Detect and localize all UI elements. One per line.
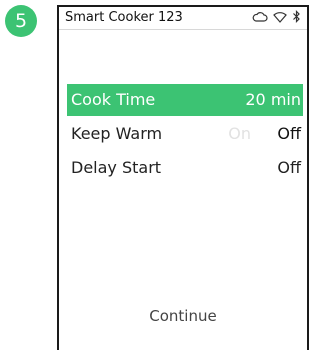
menu-item-keep-warm[interactable]: Keep Warm On Off (67, 118, 303, 150)
cloud-icon (252, 11, 268, 23)
wifi-icon (273, 11, 287, 23)
menu-item-delay-start[interactable]: Delay Start Off (67, 152, 303, 184)
status-bar: Smart Cooker 123 (59, 7, 307, 30)
cook-time-value: 20 min (245, 90, 301, 109)
keep-warm-off-option[interactable]: Off (277, 124, 301, 143)
status-icons (252, 10, 301, 23)
device-screen: Smart Cooker 123 Cook Time 20 min Keep W… (57, 5, 309, 350)
delay-start-value: Off (277, 158, 301, 177)
keep-warm-on-option[interactable]: On (228, 124, 251, 143)
device-name: Smart Cooker 123 (65, 10, 183, 25)
continue-button[interactable]: Continue (59, 307, 307, 325)
step-number-badge: 5 (5, 5, 37, 37)
delay-start-label: Delay Start (71, 158, 162, 177)
cook-time-label: Cook Time (71, 90, 156, 109)
menu-item-cook-time[interactable]: Cook Time 20 min (67, 84, 303, 116)
bluetooth-icon (292, 10, 301, 23)
keep-warm-label: Keep Warm (71, 124, 163, 143)
